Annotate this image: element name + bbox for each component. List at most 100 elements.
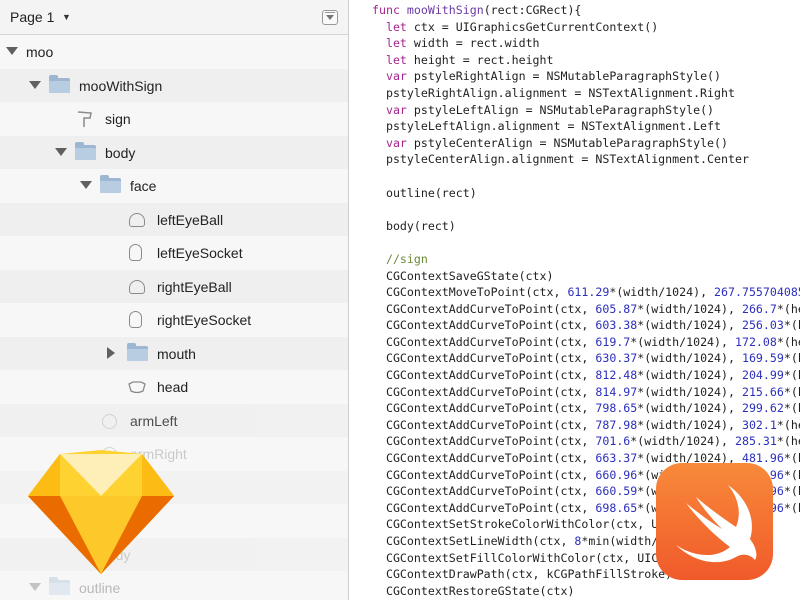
code-line: CGContextAddCurveToPoint(ctx, 787.98*(wi… — [372, 417, 800, 434]
code-token: pstyleLeftAlign.alignment = NSTextAlignm… — [372, 119, 722, 134]
code-token: *(width/1024), — [637, 368, 742, 383]
layer-row[interactable]: moo — [0, 35, 348, 69]
layer-row[interactable]: face — [0, 169, 348, 203]
shape-icon — [129, 212, 145, 227]
code-token: CGContextAddCurveToPoint(ctx, — [372, 368, 596, 383]
code-token: 812.48 — [595, 368, 638, 383]
code-token: pstyleLeftAlign = NSMutableParagraphStyl… — [413, 102, 715, 117]
code-token: var — [372, 135, 414, 150]
code-token: *(height/ — [783, 368, 800, 383]
code-token: width = rect.width — [413, 36, 540, 51]
code-token: *(height/ — [776, 434, 800, 449]
shape-icon — [129, 279, 145, 294]
code-token: CGContextAddCurveToPoint(ctx, — [372, 484, 596, 499]
code-token: func — [372, 3, 407, 17]
code-line: CGContextAddCurveToPoint(ctx, 814.97*(wi… — [372, 384, 800, 401]
code-token: *(width/1024), — [637, 384, 742, 399]
code-token: CGContextSetLineWidth(ctx, — [372, 534, 575, 548]
code-token: 285.31 — [734, 434, 777, 449]
code-token: 619.7 — [595, 334, 631, 349]
layer-row[interactable]: head — [0, 370, 348, 404]
code-token: 660.96 — [595, 467, 638, 482]
code-line: CGContextAddCurveToPoint(ctx, 619.7*(wid… — [372, 334, 800, 351]
code-token: *(height/ — [783, 401, 800, 416]
code-token: *(height/ — [783, 500, 800, 515]
layer-row[interactable]: leftEyeBall — [0, 202, 348, 236]
code-token: *(width/1024), — [630, 434, 735, 449]
layer-row[interactable]: mouth — [0, 336, 348, 370]
layer-label: rightEyeSocket — [157, 312, 252, 328]
layer-label: head — [157, 379, 189, 395]
code-line: CGContextMoveToPoint(ctx, 611.29*(width/… — [372, 284, 800, 301]
code-token: 701.6 — [595, 434, 631, 449]
layer-label: outline — [79, 580, 121, 596]
code-token: let — [372, 52, 414, 67]
disclosure-expanded-icon[interactable] — [29, 583, 41, 591]
layer-row[interactable]: rightEyeBall — [0, 269, 348, 303]
code-token: let — [372, 19, 414, 34]
layer-row[interactable]: rightEyeSocket — [0, 303, 348, 337]
code-line: let ctx = UIGraphicsGetCurrentContext() — [372, 19, 800, 36]
code-token: CGContextRestoreGState(ctx) — [372, 583, 575, 598]
code-token: CGContextAddCurveToPoint(ctx, — [372, 451, 596, 466]
code-token: 256.03 — [741, 318, 784, 333]
code-line: CGContextRestoreGState(ctx) — [372, 583, 800, 600]
folder-icon — [75, 141, 96, 160]
disclosure-expanded-icon[interactable] — [55, 147, 67, 156]
layer-row[interactable]: sign — [0, 102, 348, 136]
code-token: 267.75570408534463 — [714, 285, 800, 300]
code-token: ctx = UIGraphicsGetCurrentContext() — [413, 19, 659, 34]
code-line: let height = rect.height — [372, 52, 800, 69]
sketch-diamond-logo — [28, 450, 174, 574]
page-caret-icon[interactable]: ▼ — [62, 12, 71, 22]
code-token: 663.37 — [595, 451, 638, 466]
code-token: var — [372, 69, 414, 84]
code-line: body(rect) — [372, 218, 800, 235]
layer-row[interactable]: leftEyeSocket — [0, 236, 348, 270]
code-token: pstyleCenterAlign = NSMutableParagraphSt… — [413, 135, 728, 150]
disclosure-expanded-icon[interactable] — [80, 181, 92, 189]
code-line: CGContextAddCurveToPoint(ctx, 630.37*(wi… — [372, 350, 800, 367]
code-token: *(height/ — [783, 467, 800, 482]
code-token: height = rect.height — [413, 52, 554, 67]
code-token: CGContextAddCurveToPoint(ctx, — [372, 301, 596, 316]
shape-icon — [102, 413, 117, 429]
code-line: //sign — [372, 251, 800, 268]
code-line: func mooWithSign(rect:CGRect){ — [372, 2, 800, 19]
code-token: CGContextDrawPath(ctx, kCGPathFillStroke… — [372, 567, 673, 582]
page-selector[interactable]: Page 1 — [10, 9, 54, 25]
layer-label: body — [105, 144, 136, 161]
disclosure-expanded-icon[interactable] — [29, 80, 41, 89]
code-token: 603.38 — [595, 318, 638, 333]
code-token: *(height/ — [783, 451, 800, 466]
code-line: pstyleLeftAlign.alignment = NSTextAlignm… — [372, 118, 800, 135]
code-token: var — [372, 102, 414, 117]
layer-row[interactable]: mooWithSign — [0, 68, 348, 102]
code-token: //sign — [372, 251, 428, 266]
code-line: pstyleCenterAlign.alignment = NSTextAlig… — [372, 151, 800, 168]
code-token: outline(rect) — [372, 185, 477, 200]
layer-row[interactable]: armLeft — [0, 403, 348, 437]
page-menu-icon[interactable] — [322, 10, 338, 25]
code-line: var pstyleCenterAlign = NSMutableParagra… — [372, 135, 800, 152]
layer-row[interactable]: body — [0, 135, 348, 169]
code-token: *(width/1024), — [637, 318, 742, 333]
code-token: 814.97 — [595, 384, 638, 399]
code-token: *(width/1024), — [637, 351, 742, 366]
page-header: Page 1 ▼ — [0, 0, 348, 35]
code-token: *(width/1024), — [609, 285, 715, 300]
code-line: let width = rect.width — [372, 35, 800, 52]
code-token: let — [372, 36, 414, 51]
code-token: CGContextAddCurveToPoint(ctx, — [372, 500, 596, 515]
disclosure-collapsed-icon[interactable] — [107, 346, 115, 359]
code-line: var pstyleLeftAlign = NSMutableParagraph… — [372, 102, 800, 119]
code-token: *(height/1 — [776, 334, 800, 349]
disclosure-expanded-icon[interactable] — [6, 47, 18, 55]
code-token: 630.37 — [595, 351, 638, 366]
layer-label: moo — [26, 44, 54, 60]
folder-icon — [49, 577, 70, 595]
code-line: pstyleRightAlign.alignment = NSTextAlign… — [372, 85, 800, 102]
code-token: 605.87 — [595, 301, 638, 316]
